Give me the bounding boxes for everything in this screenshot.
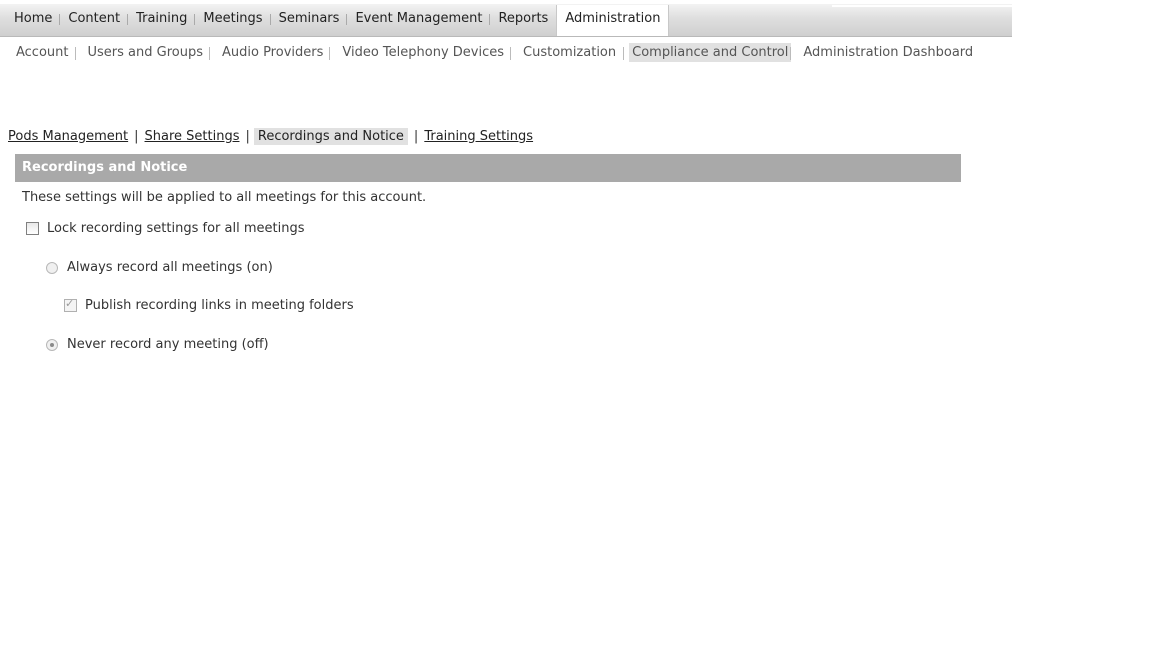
never-record-radio[interactable] — [46, 338, 58, 351]
subnav-compliance-and-control[interactable]: Compliance and Control — [623, 42, 792, 62]
top-navigation-bar: Home Content Training Meetings Seminars … — [0, 4, 1012, 37]
link-pods-management[interactable]: Pods Management — [8, 129, 128, 144]
checkmark-icon: ✓ — [65, 297, 75, 310]
tab-reports[interactable]: Reports — [489, 4, 556, 36]
link-separator: | — [245, 128, 250, 144]
top-nav-tabs: Home Content Training Meetings Seminars … — [0, 4, 670, 36]
link-separator: | — [134, 128, 139, 144]
subnav-users-and-groups[interactable]: Users and Groups — [74, 43, 210, 62]
section-links: Pods Management | Share Settings | Recor… — [8, 126, 533, 146]
never-record-row[interactable]: Never record any meeting (off) — [46, 337, 269, 352]
panel-description: These settings will be applied to all me… — [22, 190, 427, 205]
always-record-radio[interactable] — [46, 261, 58, 274]
page: Home Content Training Meetings Seminars … — [0, 0, 1152, 648]
tab-training[interactable]: Training — [127, 4, 195, 36]
tab-content[interactable]: Content — [59, 4, 128, 36]
radio-selected-dot — [50, 342, 54, 347]
subnav-audio-providers[interactable]: Audio Providers — [208, 43, 330, 62]
subnav-video-telephony-devices[interactable]: Video Telephony Devices — [329, 43, 511, 62]
always-record-row[interactable]: Always record all meetings (on) — [46, 260, 273, 275]
link-share-settings[interactable]: Share Settings — [145, 129, 240, 144]
publish-links-row[interactable]: ✓ Publish recording links in meeting fol… — [64, 297, 354, 313]
never-record-label: Never record any meeting (off) — [67, 337, 269, 352]
subnav-customization[interactable]: Customization — [510, 43, 623, 62]
subnav-administration-dashboard[interactable]: Administration Dashboard — [790, 43, 980, 62]
panel-title: Recordings and Notice — [15, 154, 961, 182]
subnav-account[interactable]: Account — [9, 43, 76, 62]
tab-event-management[interactable]: Event Management — [346, 4, 490, 36]
lock-recording-row[interactable]: Lock recording settings for all meetings — [26, 221, 304, 236]
always-record-label: Always record all meetings (on) — [67, 260, 273, 275]
link-training-settings[interactable]: Training Settings — [424, 129, 533, 144]
lock-recording-checkbox[interactable] — [26, 222, 39, 235]
publish-links-checkbox[interactable]: ✓ — [64, 297, 77, 312]
sub-navigation: Account Users and Groups Audio Providers… — [0, 42, 985, 62]
link-recordings-and-notice[interactable]: Recordings and Notice — [253, 127, 408, 145]
tab-administration[interactable]: Administration — [556, 5, 670, 36]
topbar-highlight — [832, 5, 1012, 7]
link-separator: | — [413, 128, 419, 144]
lock-recording-label: Lock recording settings for all meetings — [47, 221, 305, 236]
tab-home[interactable]: Home — [0, 4, 60, 36]
tab-seminars[interactable]: Seminars — [269, 4, 348, 36]
publish-links-label: Publish recording links in meeting folde… — [85, 298, 354, 313]
tab-meetings[interactable]: Meetings — [194, 4, 270, 36]
